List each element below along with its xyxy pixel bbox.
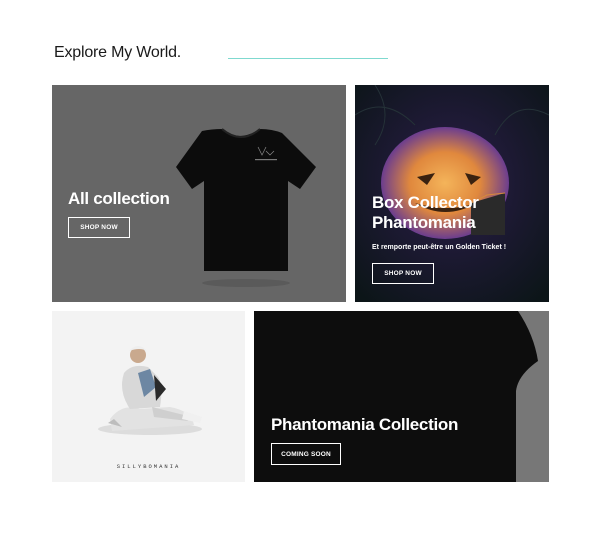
card-phantomania-collection[interactable]: Phantomania Collection COMING SOON bbox=[254, 311, 549, 482]
artist-caption: SILLYBOMANIA bbox=[116, 463, 181, 470]
shop-now-button[interactable]: SHOP NOW bbox=[68, 217, 130, 238]
shop-now-button[interactable]: SHOP NOW bbox=[372, 263, 434, 284]
card-heading-line2: Phantomania bbox=[372, 213, 476, 232]
card-heading: Phantomania Collection bbox=[271, 415, 459, 434]
section-title: Explore My World. bbox=[54, 44, 182, 61]
coming-soon-button[interactable]: COMING SOON bbox=[271, 443, 341, 465]
card-all-collection[interactable]: All collection SHOP NOW bbox=[52, 85, 346, 302]
title-divider bbox=[228, 58, 388, 59]
card-heading-line1: Box Collector bbox=[372, 193, 479, 212]
card-box-collector[interactable]: Box Collector Phantomania Et remporte pe… bbox=[355, 85, 549, 302]
card-heading: All collection bbox=[68, 189, 170, 208]
artist-photo bbox=[98, 346, 202, 435]
card-sillybomania[interactable]: SILLYBOMANIA bbox=[52, 311, 245, 482]
card-subtitle: Et remporte peut-être un Golden Ticket ! bbox=[372, 244, 507, 251]
